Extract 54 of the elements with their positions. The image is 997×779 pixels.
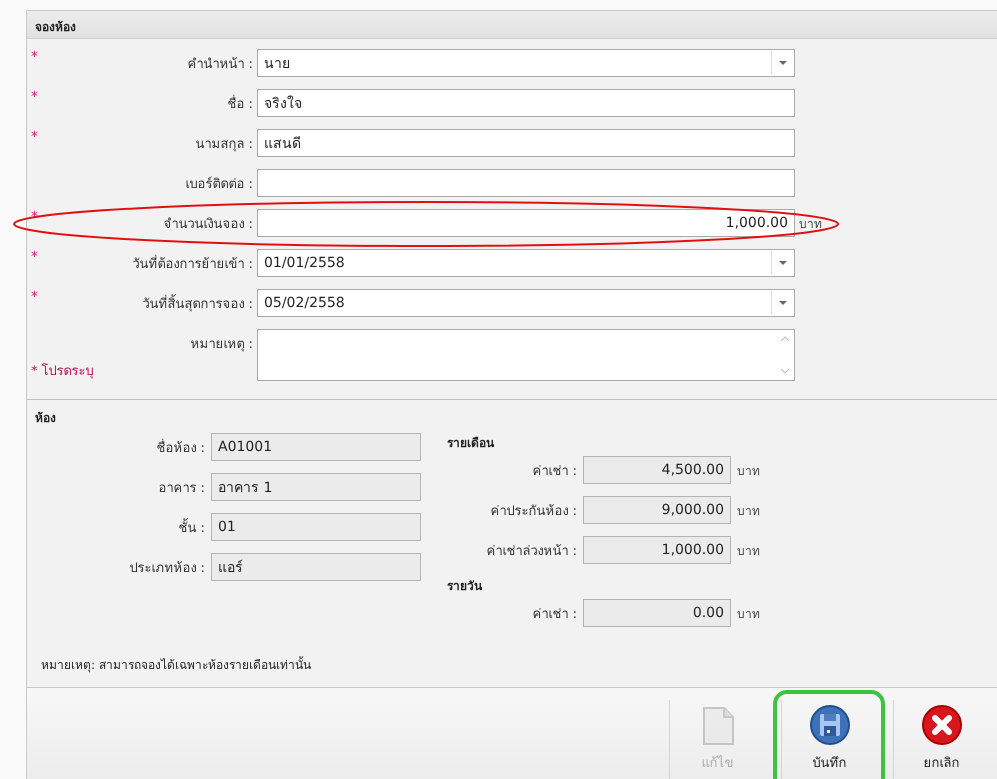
unit-label: บาท [737,462,761,480]
field-label: ชื่อห้อง : [155,438,205,458]
field-label: วันที่ต้องการย้ายเข้า : [131,254,253,274]
field-label: ชั้น : [27,516,205,538]
required-mark: * [31,89,39,105]
amount-field[interactable]: 1,000.00 [257,209,795,237]
field-label: นามสกุล : [194,136,253,154]
readonly-field: 01 [211,513,421,541]
readonly-field: แอร์ [211,553,421,581]
scrollbar-icon [780,335,790,375]
close-icon [920,704,962,746]
input-field[interactable]: จริงใจ [257,89,795,117]
unit-label: บาท [737,542,761,560]
readonly-field: 4,500.00 [583,456,731,484]
dropdown-field[interactable]: นาย [257,49,795,77]
required-mark: * [31,49,39,65]
field-label: ชื่อ : [226,94,253,114]
floppy-disk-icon [808,704,850,746]
cancel-button[interactable]: ยกเลิก [893,700,989,779]
group-title: รายเดือน [447,435,496,452]
readonly-field: 9,000.00 [583,496,731,524]
unit-label: บาท [799,216,823,232]
field-label: ประเภทห้อง : [128,560,205,578]
field-label: คำนำหน้า : [186,56,253,74]
group-title: รายวัน [447,578,484,595]
field-label: ค่าเช่า : [531,606,577,624]
readonly-field: A01001 [211,433,421,461]
field-label: ค่าเช่า : [531,462,577,480]
section-header: ห้อง [34,410,57,427]
field-label: เบอร์ติดต่อ : [184,176,253,194]
memo-field[interactable] [257,329,795,381]
readonly-field: 1,000.00 [583,536,731,564]
unit-label: บาท [737,502,761,520]
field-label: จำนวนเงินจอง : [162,216,253,234]
required-mark: * [31,289,39,305]
readonly-field: อาคาร 1 [211,473,421,501]
field-label: อาคาร : [157,480,205,498]
required-note: * โปรดระบุ [31,362,95,381]
field-label: ค่าประกันห้อง : [489,502,577,520]
input-field[interactable] [257,169,795,197]
dropdown-field[interactable]: 01/01/2558 [257,249,795,277]
field-label: ค่าเช่าล่วงหน้า : [485,542,577,560]
section-header: จองห้อง [27,11,997,39]
field-label: หมายเหตุ : [189,336,253,354]
room-note: หมายเหตุ: สามารถจองได้เฉพาะห้องรายเดือนเท่านั้น [40,655,312,674]
readonly-field: 0.00 [583,599,731,627]
field-label: วันที่สิ้นสุดการจอง : [49,292,253,314]
unit-label: บาท [737,606,761,622]
required-mark: * [31,249,39,265]
required-mark: * [31,209,39,225]
input-field[interactable]: แสนดี [257,129,795,157]
required-mark: * [31,129,39,145]
document-icon [700,706,734,746]
dropdown-field[interactable]: 05/02/2558 [257,289,795,317]
